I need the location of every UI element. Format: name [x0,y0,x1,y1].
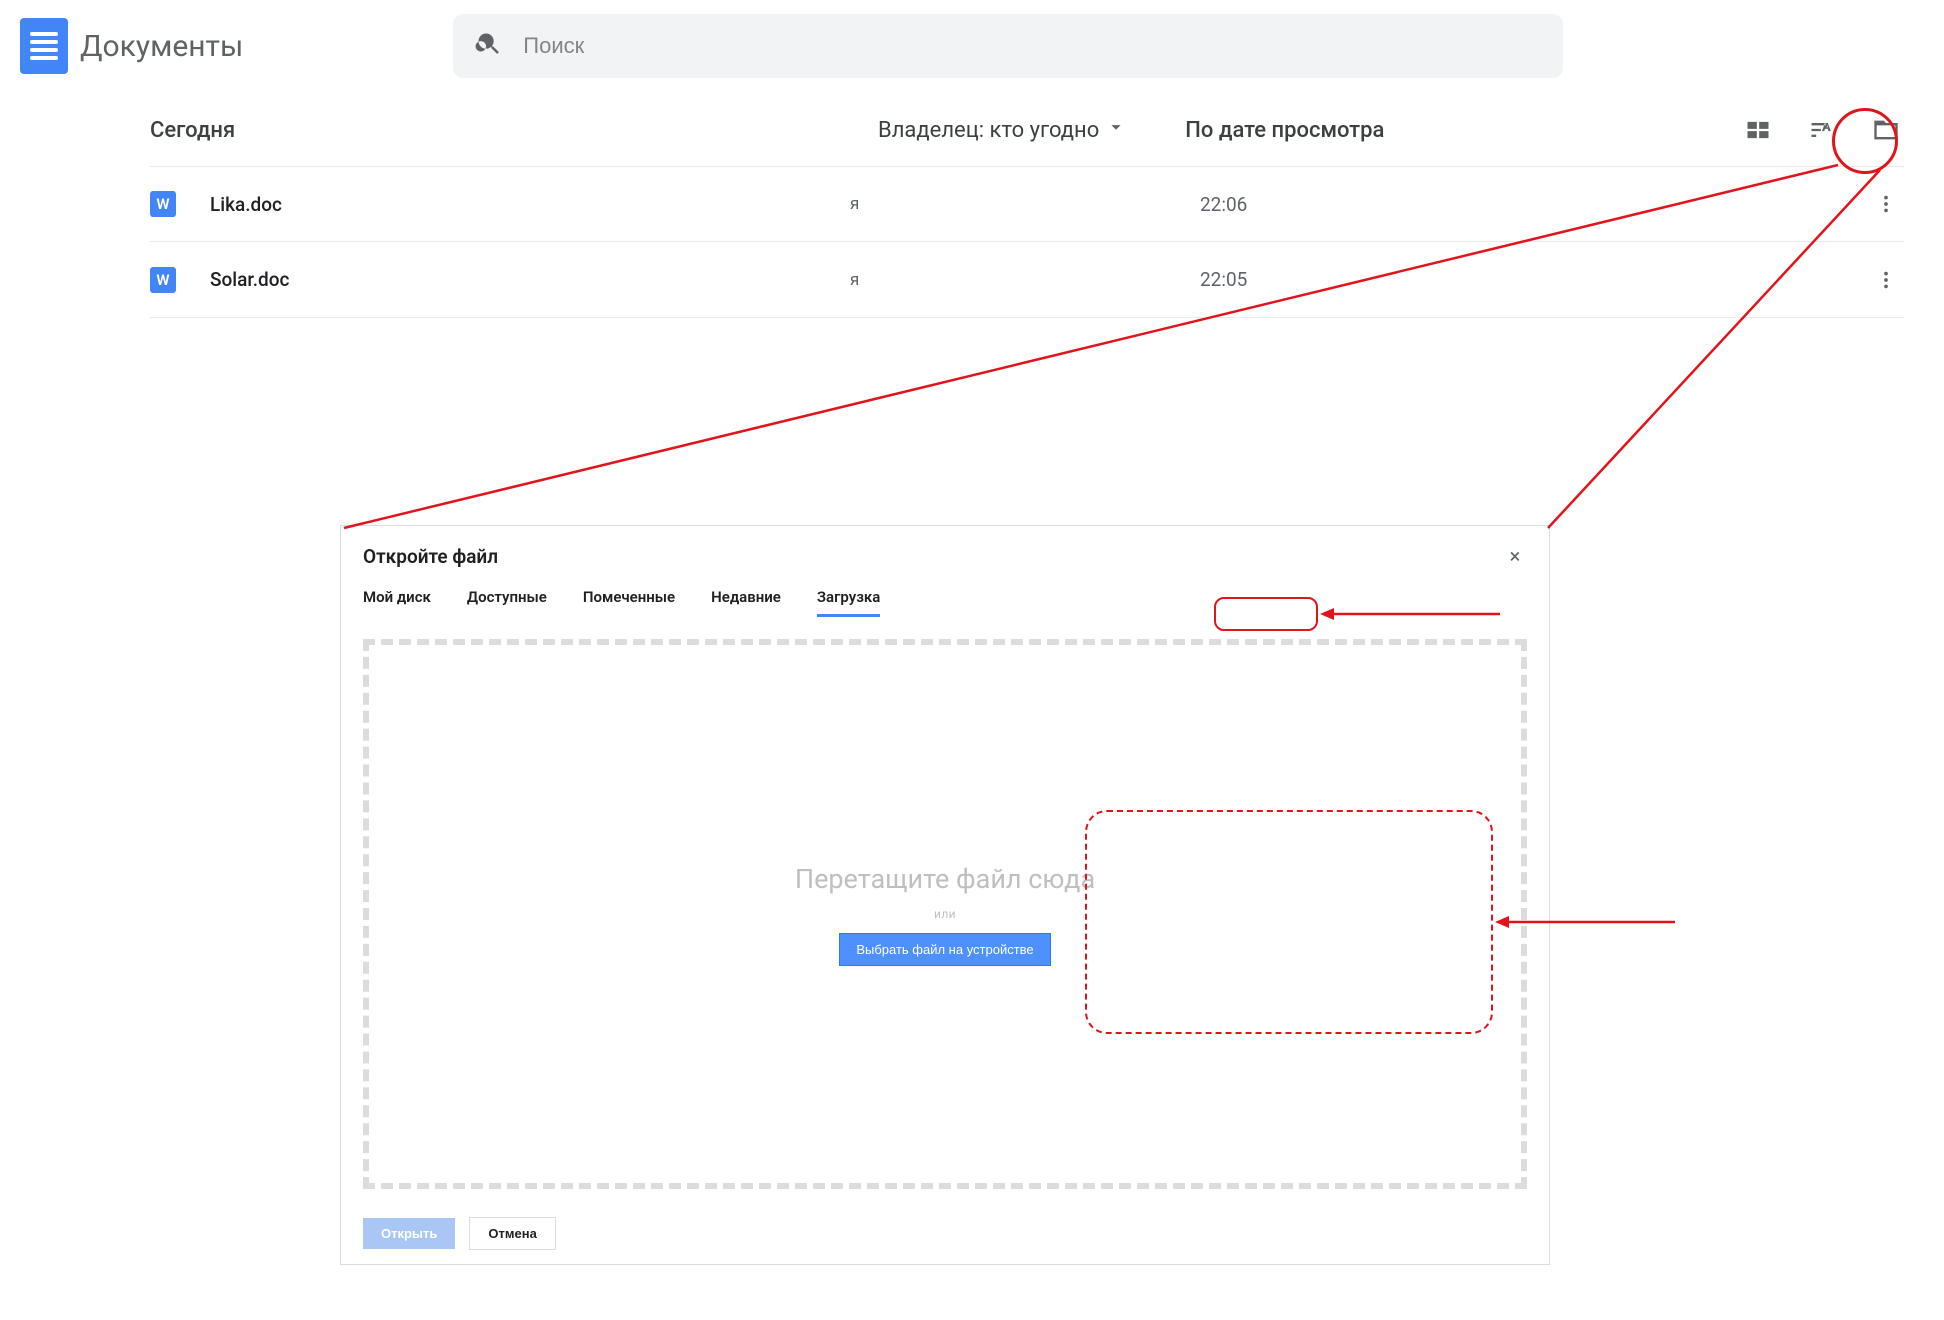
dialog-tabs: Мой диск Доступные Помеченные Недавние З… [341,578,1549,625]
app-title: Документы [80,29,243,64]
tab-upload[interactable]: Загрузка [817,588,880,617]
section-title: Сегодня [150,118,850,143]
open-file-picker-button[interactable] [1868,112,1904,148]
search-icon [475,30,503,62]
chevron-down-icon [1105,116,1127,144]
drop-zone[interactable]: Перетащите файл сюда или Выбрать файл на… [363,639,1527,1189]
file-time: 22:05 [1200,268,1600,291]
cancel-button[interactable]: Отмена [469,1217,555,1250]
app-header: Документы [0,0,1944,92]
list-toolbar: Сегодня Владелец: кто угодно По дате про… [0,92,1944,166]
file-time: 22:06 [1200,193,1600,216]
search-bar[interactable] [453,14,1563,78]
file-picker-dialog: Откройте файл × Мой диск Доступные Помеч… [340,525,1550,1265]
choose-file-button[interactable]: Выбрать файл на устройстве [839,933,1050,966]
sort-az-button[interactable] [1804,112,1840,148]
file-more-button[interactable] [1868,262,1904,298]
app-logo-wrap: Документы [20,18,243,74]
tab-my-drive[interactable]: Мой диск [363,588,431,617]
file-more-button[interactable] [1868,186,1904,222]
docs-logo-icon [20,18,68,74]
file-owner: я [850,270,1200,290]
word-file-icon: W [150,191,176,217]
file-name: Solar.doc [210,268,850,291]
dialog-title: Откройте файл [363,545,498,568]
sort-label[interactable]: По дате просмотра [1185,118,1384,143]
word-file-icon: W [150,267,176,293]
search-input[interactable] [523,33,1541,59]
close-button[interactable]: × [1503,544,1527,568]
owner-filter-dropdown[interactable]: Владелец: кто угодно [878,116,1127,144]
owner-filter-label: Владелец: кто угодно [878,118,1099,143]
file-row[interactable]: W Lika.doc я 22:06 [150,166,1904,242]
drop-zone-title: Перетащите файл сюда [795,863,1095,895]
open-button[interactable]: Открыть [363,1218,455,1249]
file-list: W Lika.doc я 22:06 W Solar.doc я 22:05 [0,166,1944,318]
file-name: Lika.doc [210,193,850,216]
close-icon: × [1510,544,1521,568]
drop-zone-or: или [934,907,956,921]
grid-view-button[interactable] [1740,112,1776,148]
tab-shared[interactable]: Доступные [467,588,547,617]
file-owner: я [850,194,1200,214]
tab-recent[interactable]: Недавние [711,588,781,617]
file-row[interactable]: W Solar.doc я 22:05 [150,242,1904,318]
tab-starred[interactable]: Помеченные [583,588,675,617]
